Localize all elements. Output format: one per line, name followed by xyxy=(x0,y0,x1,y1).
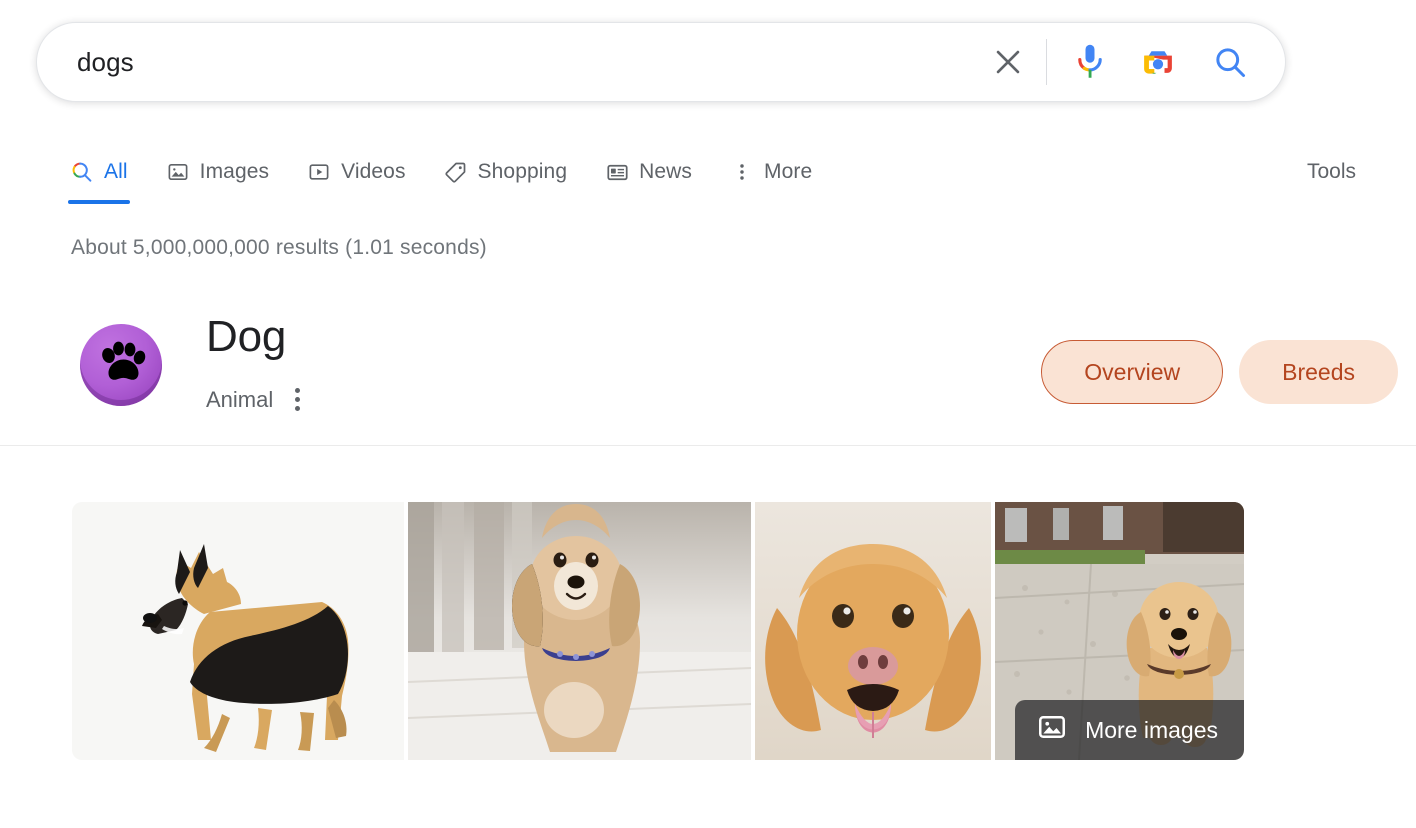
image-results-strip: More images xyxy=(72,502,1244,760)
tab-videos[interactable]: Videos xyxy=(307,148,405,196)
google-search-results-page: All Images Videos xyxy=(0,0,1416,828)
tab-news[interactable]: News xyxy=(605,148,692,196)
more-images-button[interactable]: More images xyxy=(1015,700,1244,760)
google-lens-camera-icon[interactable] xyxy=(1137,41,1179,83)
video-play-icon xyxy=(307,160,331,184)
paw-print-icon xyxy=(80,324,162,406)
google-search-colored-icon xyxy=(70,160,94,184)
image-icon xyxy=(166,160,190,184)
tab-more[interactable]: More xyxy=(730,148,812,196)
page-title: Dog xyxy=(206,312,287,361)
search-bar[interactable] xyxy=(36,22,1286,102)
microphone-icon[interactable] xyxy=(1069,39,1111,85)
tab-label: More xyxy=(764,160,813,183)
photo-icon xyxy=(1037,712,1067,748)
tab-shopping[interactable]: Shopping xyxy=(444,148,568,196)
image-tile[interactable] xyxy=(408,502,751,760)
tab-label: Shopping xyxy=(477,160,568,183)
magnifying-glass-icon[interactable] xyxy=(1209,41,1251,83)
search-divider xyxy=(1046,39,1047,85)
newspaper-icon xyxy=(605,160,629,184)
chip-label: Overview xyxy=(1084,358,1181,385)
price-tag-icon xyxy=(444,160,468,184)
knowledge-panel-chips: Overview Breeds xyxy=(1041,340,1398,404)
chip-label: Breeds xyxy=(1282,358,1355,385)
search-tabs: All Images Videos Shopping News More Too… xyxy=(68,148,1386,208)
result-stats: About 5,000,000,000 results (1.01 second… xyxy=(71,236,487,259)
tab-images[interactable]: Images xyxy=(166,148,269,196)
vertical-dots-icon xyxy=(730,160,754,184)
tab-label: Images xyxy=(199,160,270,183)
tab-label: News xyxy=(639,160,693,183)
active-tab-underline xyxy=(68,200,130,204)
vertical-dots-icon[interactable] xyxy=(291,382,304,417)
tools-button[interactable]: Tools xyxy=(1307,148,1386,196)
more-images-label: More images xyxy=(1085,716,1218,743)
tab-all[interactable]: All xyxy=(68,148,130,204)
close-x-icon[interactable] xyxy=(986,40,1030,84)
image-tile[interactable] xyxy=(755,502,991,760)
chip-breeds[interactable]: Breeds xyxy=(1239,340,1398,404)
tab-label: Videos xyxy=(341,160,406,183)
image-tile[interactable] xyxy=(72,502,404,760)
search-actions xyxy=(986,39,1285,85)
tab-label: All xyxy=(104,160,128,183)
image-tile[interactable]: More images xyxy=(995,502,1244,760)
search-input[interactable] xyxy=(37,46,986,78)
knowledge-panel-subtitle-row: Animal xyxy=(206,382,304,417)
entity-type-label: Animal xyxy=(206,386,274,412)
chip-overview[interactable]: Overview xyxy=(1041,340,1224,404)
